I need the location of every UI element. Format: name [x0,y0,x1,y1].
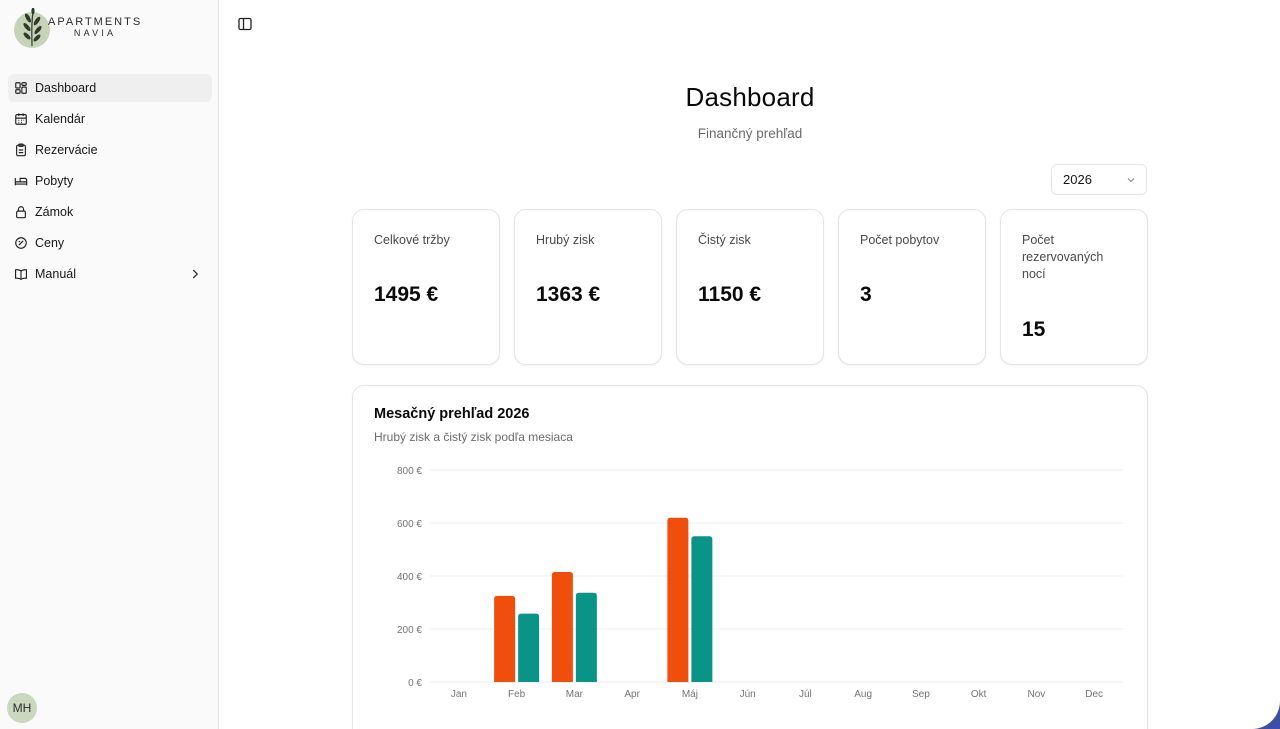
sidebar-item-label: Rezervácie [35,143,98,157]
year-select-value: 2026 [1063,172,1092,187]
stat-card-booked-nights: Počet rezervovaných nocí 15 [1000,209,1148,365]
x-tick-label: Nov [1027,689,1045,700]
stat-card-stays-count: Počet pobytov 3 [838,209,986,365]
calendar-icon [15,113,27,125]
stat-value: 3 [860,283,872,306]
y-tick-label: 400 € [397,572,422,583]
lock-icon [16,206,26,219]
user-avatar[interactable]: MH [7,693,37,723]
page-title: Dashboard [685,82,815,112]
sidebar-item-pobyty[interactable]: Pobyty [8,167,212,195]
brand-logo[interactable]: APARTMENTS NAVIA [14,8,143,48]
x-tick-label: Mar [566,689,584,700]
olive-branch-icon [14,8,50,48]
year-select[interactable]: 2026 [1051,164,1147,195]
y-tick-label: 200 € [397,625,422,636]
sidebar-toggle-icon[interactable] [237,16,253,32]
sidebar-item-label: Manuál [35,267,76,281]
app-window: APARTMENTS NAVIA Dashboard Kalendár Reze… [0,0,1280,729]
page-subtitle: Finančný prehľad [697,126,803,141]
x-tick-label: Okt [971,689,987,700]
bar-net-profit [518,613,540,682]
monthly-chart-card: Mesačný prehľad 2026 Hrubý zisk a čistý … [352,385,1148,729]
stat-value: 1495 € [374,283,439,306]
stat-label: Počet pobytov [860,233,940,247]
stat-card-gross-profit: Hrubý zisk 1363 € [514,209,662,365]
x-tick-label: Júl [799,689,812,700]
brand-name: APARTMENTS [48,16,143,28]
stat-card-total-revenue: Celkové tržby 1495 € [352,209,500,365]
x-tick-label: Apr [624,689,640,700]
x-tick-label: Jún [740,689,756,700]
chevron-down-icon [1127,178,1135,183]
stat-label: Čistý zisk [698,233,751,247]
chevron-right-icon [192,269,199,279]
stat-card-net-profit: Čistý zisk 1150 € [676,209,824,365]
stat-value: 1363 € [536,283,601,306]
y-tick-label: 800 € [397,466,422,477]
sidebar-item-kalendar[interactable]: Kalendár [8,105,212,133]
sidebar-item-dashboard[interactable]: Dashboard [8,74,212,102]
sidebar: APARTMENTS NAVIA Dashboard Kalendár Reze… [0,0,219,729]
sidebar-item-rezervacie[interactable]: Rezervácie [8,136,212,164]
bar-gross-profit [667,517,689,682]
stat-value: 1150 € [698,283,762,306]
gauge-icon [15,237,27,249]
bar-gross-profit [494,595,516,682]
brand-subname: NAVIA [73,28,117,38]
bar-gross-profit [551,572,573,682]
sidebar-item-zamok[interactable]: Zámok [8,198,212,226]
bar-net-profit [575,592,597,682]
x-tick-label: Dec [1085,689,1103,700]
sidebar-nav: Dashboard Kalendár Rezervácie Pobyty Zám… [8,74,212,291]
x-tick-label: Sep [912,689,930,700]
bar-net-profit [691,536,713,682]
book-icon [15,269,27,281]
x-tick-label: Feb [508,689,526,700]
sidebar-item-manual[interactable]: Manuál [8,260,212,288]
sidebar-item-label: Zámok [35,205,74,219]
y-tick-label: 0 € [408,678,422,689]
stat-value: 15 [1022,318,1046,341]
x-tick-label: Aug [854,689,872,700]
x-tick-label: Jan [451,689,467,700]
stat-label: Celkové tržby [374,233,450,247]
sidebar-item-label: Pobyty [35,174,74,188]
sidebar-item-label: Dashboard [35,81,97,95]
sidebar-item-label: Ceny [35,236,65,250]
x-tick-label: Máj [682,689,698,700]
stat-label: Počet rezervovaných nocí [1022,233,1104,281]
monthly-bar-chart: 0 € 200 € 400 € 600 € 800 € Jan Feb Mar Apr Máj Jú… [397,466,1123,700]
sidebar-item-ceny[interactable]: Ceny [8,229,212,257]
sidebar-item-label: Kalendár [35,112,86,126]
clipboard-icon [16,143,26,157]
dashboard-icon [15,82,27,94]
bed-icon [14,177,28,186]
stat-label: Hrubý zisk [536,233,595,247]
y-tick-label: 600 € [397,519,422,530]
